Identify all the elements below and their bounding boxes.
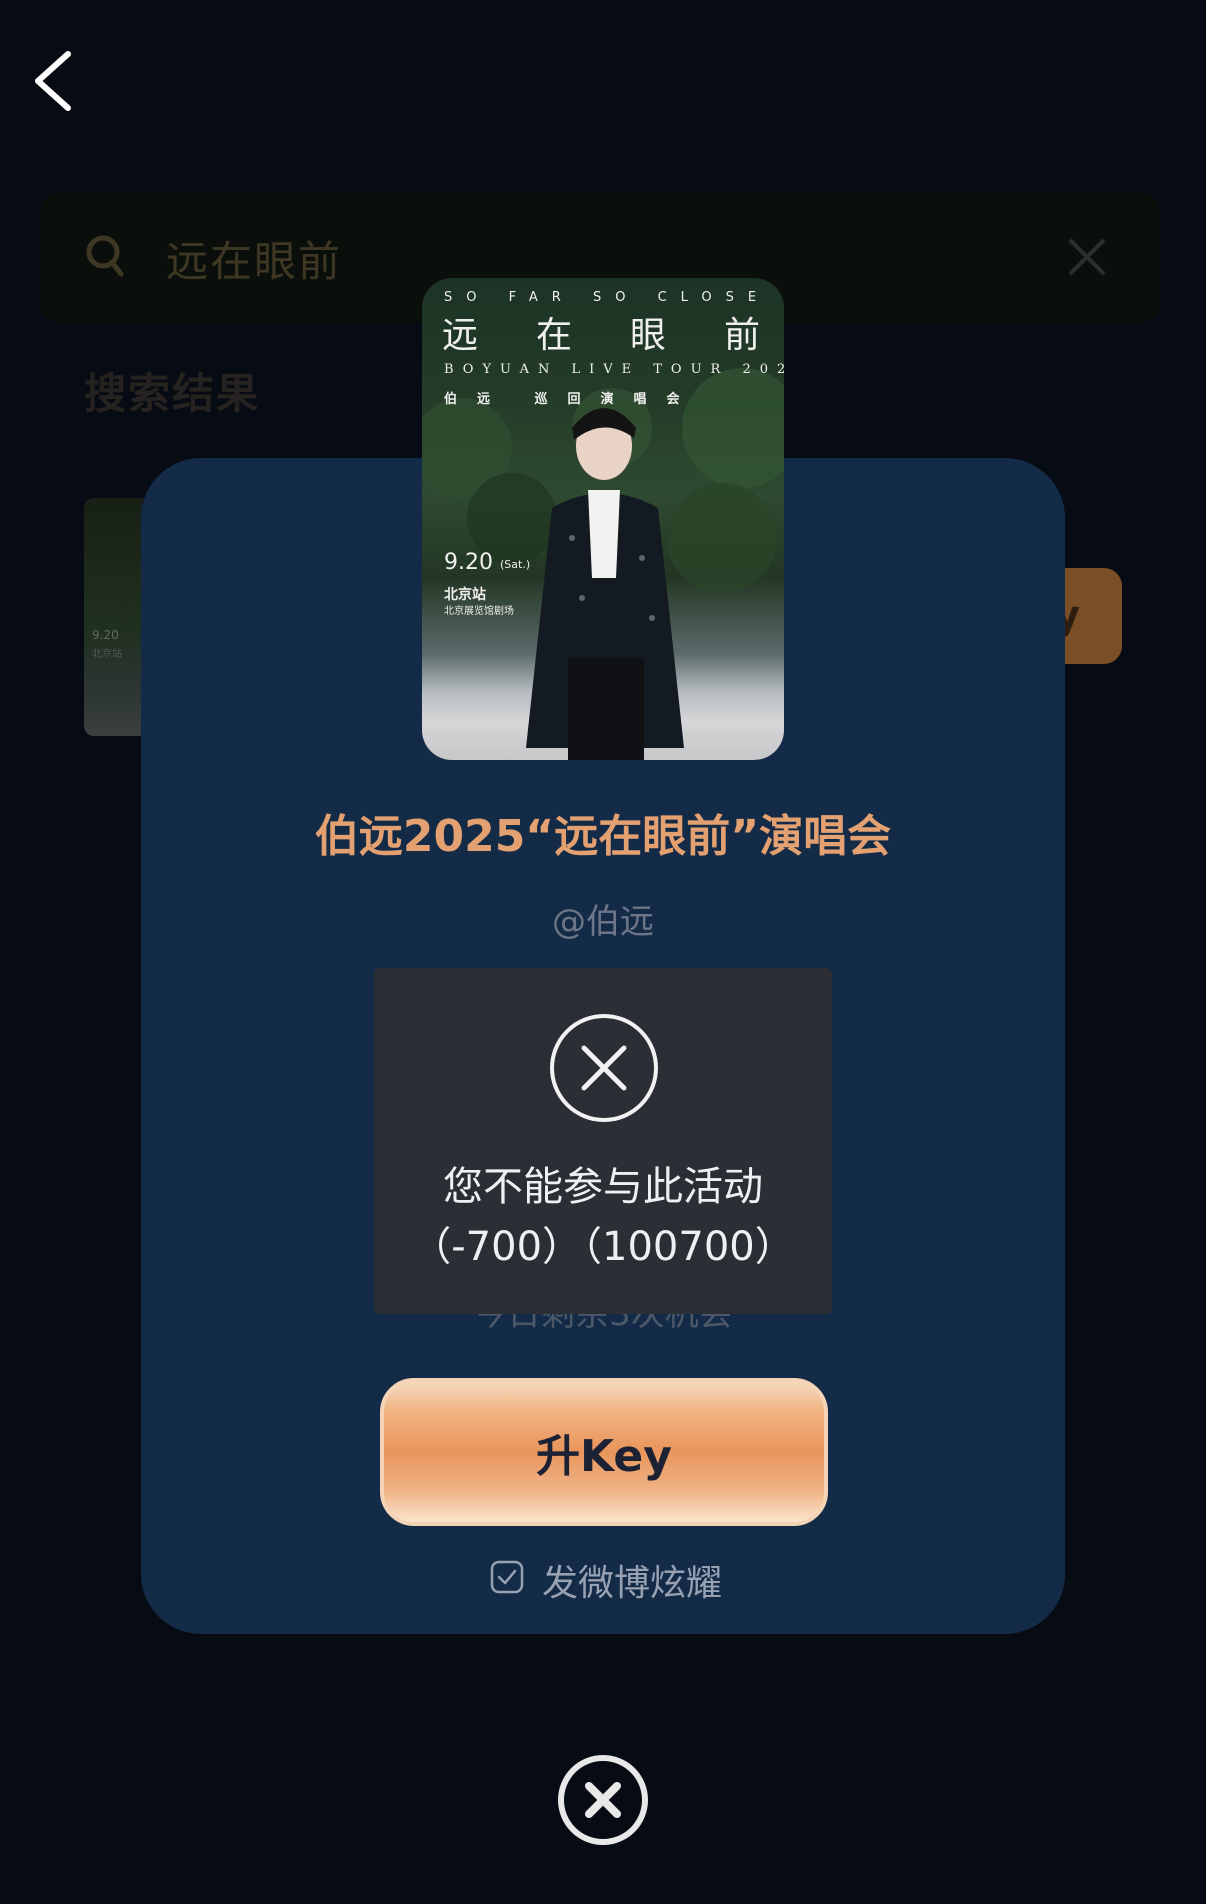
poster-tour: BOYUAN LIVE TOUR 2025 bbox=[444, 362, 784, 377]
error-toast: 您不能参与此活动 （-700）（100700） bbox=[374, 968, 832, 1314]
share-weibo-label: 发微博炫耀 bbox=[542, 1563, 723, 1604]
checkbox-checked-icon[interactable] bbox=[490, 1560, 524, 1594]
chevron-left-icon bbox=[35, 51, 71, 111]
poster-subtitle: 伯远 巡回演唱会 bbox=[444, 392, 700, 407]
results-title: 搜索结果 bbox=[84, 369, 261, 418]
result-thumbnail[interactable]: 9.20 北京站 bbox=[84, 498, 144, 736]
poster-title: 远在眼前 bbox=[442, 315, 784, 356]
search-query[interactable]: 远在眼前 bbox=[166, 228, 342, 289]
result-thumb-city: 北京站 bbox=[92, 649, 122, 660]
back-button[interactable] bbox=[30, 50, 80, 112]
close-modal-button[interactable] bbox=[557, 1754, 649, 1846]
poster-city: 北京站 bbox=[444, 587, 486, 603]
search-icon bbox=[86, 235, 124, 277]
poster-top-line: SO FAR SO CLOSE bbox=[444, 290, 771, 305]
upgrade-key-button[interactable]: 升Key bbox=[380, 1378, 828, 1526]
poster-venue: 北京展览馆剧场 bbox=[444, 606, 514, 617]
toast-message: 您不能参与此活动 bbox=[443, 1164, 763, 1210]
poster-weekday: (Sat.) bbox=[500, 558, 531, 571]
clear-search-icon[interactable] bbox=[1064, 234, 1110, 280]
event-poster: SO FAR SO CLOSE 远在眼前 BOYUAN LIVE TOUR 20… bbox=[422, 278, 784, 760]
error-circle-x-icon bbox=[550, 1014, 658, 1122]
upgrade-key-label: 升Key bbox=[536, 1431, 672, 1482]
result-thumb-date: 9.20 bbox=[92, 628, 119, 642]
toast-detail: （-700）（100700） bbox=[411, 1224, 795, 1270]
poster-date: 9.20 bbox=[444, 550, 493, 575]
close-circle-icon bbox=[558, 1755, 648, 1845]
event-title: 伯远2025“远在眼前”演唱会 bbox=[314, 811, 892, 862]
event-author[interactable]: @伯远 bbox=[0, 894, 1206, 943]
page: 远在眼前 搜索结果 9.20 北京站 y SO FAR SO CLOSE 远在眼… bbox=[0, 0, 1206, 1904]
